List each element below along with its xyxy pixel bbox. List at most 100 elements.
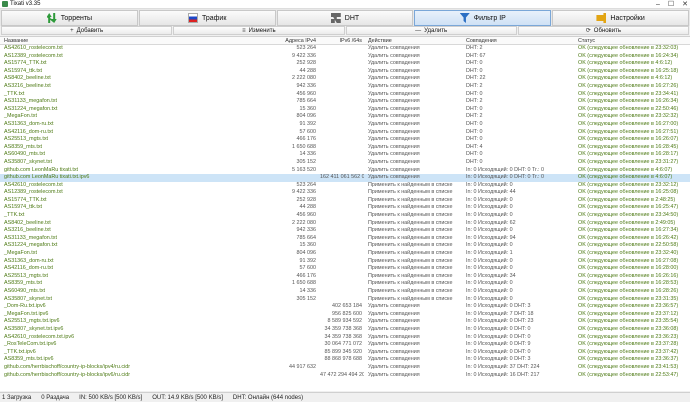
table-row[interactable]: AS8359_mts.txt 1 650 688 Применить к найде… — [0, 280, 690, 288]
table-row[interactable]: github.com LeonMaRu tixati.txt 5 163 520 У… — [0, 167, 690, 175]
nav-traffic[interactable]: Трафик — [138, 10, 276, 26]
row-name: AS35807_skynet.txt.ipv6 — [4, 325, 64, 332]
table-row[interactable]: AS31363_dom-ru.txt 91 392 Применить к найд… — [0, 258, 690, 266]
nav-label: Фильтр IP — [473, 14, 506, 22]
row-matches: DHT: 0 — [466, 67, 483, 74]
row-status: OK (следующее обновление в 22:53:47) — [578, 371, 679, 378]
table-row[interactable]: AS31224_megafon.txt 15 360 Применить к най… — [0, 242, 690, 250]
row-matches: DHT: 0 — [466, 60, 483, 67]
row-matches: DHT: 4 — [466, 143, 483, 150]
table-row[interactable]: AS25513_mgts.txt.ipv6 8 589 934 592 Удалит… — [0, 318, 690, 326]
table-row[interactable]: AS31224_megafon.txt 15 360 Удалить совпаде… — [0, 106, 690, 114]
nav-label: Трафик — [201, 14, 227, 22]
row-name: github.com LeonMaRu tixati.txt.ipv6 — [4, 174, 90, 181]
table-row[interactable]: AS35807_skynet.txt 305 152 Удалить совпаде… — [0, 159, 690, 167]
nav-settings[interactable]: Настройки — [552, 10, 689, 26]
table-row[interactable]: AS35807_skynet.txt.ipv6 34 359 738 368 Уда… — [0, 326, 690, 334]
nav-ip-filter[interactable]: Фильтр IP — [414, 10, 552, 26]
row-action: Удалить совпадения — [368, 325, 420, 332]
column-header-matches[interactable]: Совпадения — [464, 37, 576, 45]
row-ipv4 — [212, 318, 318, 326]
table-row[interactable]: AS31133_megafon.txt 785 664 Удалить совпад… — [0, 98, 690, 106]
row-status: OK (следующее обновление в 16:25:18) — [578, 67, 679, 74]
row-action: Удалить совпадения — [368, 348, 420, 355]
column-header-status[interactable]: Статус — [576, 37, 688, 45]
row-action: Удалить совпадения — [368, 136, 420, 143]
table-row[interactable]: github.com LeonMaRu tixati.txt.ipv6 162 4… — [0, 174, 690, 182]
row-action: Удалить совпадения — [368, 128, 420, 135]
table-row[interactable]: AS15774_TTK.txt 252 928 Удалить совпадения… — [0, 60, 690, 68]
table-row[interactable]: AS3216_beeline.txt 942 336 Применить к най… — [0, 227, 690, 235]
nav-dht[interactable]: DHT — [276, 10, 414, 26]
table-row[interactable]: AS15974_ttk.txt 44 288 Удалить совпадения D… — [0, 68, 690, 76]
table-row[interactable]: AS8359_mts.txt.ipv6 88 868 978 688 Удалить… — [0, 356, 690, 364]
table-row[interactable]: AS42610_rostelecom.txt 523 264 Применить к… — [0, 182, 690, 190]
table-row[interactable]: AS42610_rostelecom.txt 523 264 Удалить сов… — [0, 45, 690, 53]
table-row[interactable]: github.com/herrbischoff/country-ip-block… — [0, 364, 690, 372]
row-matches: In: 0 Исходящий: 7 DHT: 18 — [466, 310, 534, 317]
table-row[interactable]: AS12389_rostelecom.txt 9 422 336 Применить… — [0, 189, 690, 197]
table-row[interactable]: github.com/herrbischoff/country-ip-block… — [0, 372, 690, 380]
table-row[interactable]: _TTK.txt 456 960 Применить к найденным в с… — [0, 212, 690, 220]
table-row[interactable]: AS8402_beeline.txt 2 222 080 Применить к н… — [0, 220, 690, 228]
table-row[interactable]: AS42116_dom-ru.txt 57 600 Удалить совпаден… — [0, 129, 690, 137]
table-row[interactable]: AS25513_mgts.txt 466 176 Удалить совпадени… — [0, 136, 690, 144]
table-row[interactable]: AS8359_mts.txt 1 650 688 Удалить совпадени… — [0, 144, 690, 152]
table-row[interactable]: _TTK.txt.ipv6 85 899 345 920 Удалить совпа… — [0, 349, 690, 357]
row-status: OK (следующее обновление в 16:26:07) — [578, 136, 679, 143]
table-row[interactable]: AS35807_skynet.txt 305 152 Применить к най… — [0, 296, 690, 304]
column-header-name[interactable]: Название — [2, 37, 212, 45]
row-ipv6 — [318, 235, 364, 243]
row-ipv6 — [318, 68, 364, 76]
table-row[interactable]: _MegaFon.txt 804 096 Применить к найденным… — [0, 250, 690, 258]
table-row[interactable]: _Dom-Ru.txt.ipv6 402 653 184 Удалить совпа… — [0, 303, 690, 311]
nav-torrents[interactable]: Торренты — [1, 10, 138, 26]
row-matches: In: 0 Исходящий: 0 — [466, 181, 513, 188]
table-row[interactable]: AS3216_beeline.txt 942 336 Удалить совпаде… — [0, 83, 690, 91]
row-name: AS35807_skynet.txt — [4, 158, 52, 165]
refresh-button[interactable]: ⟳ Обновить — [517, 26, 689, 35]
add-button[interactable]: + Добавить — [1, 26, 173, 35]
column-header-ipv6[interactable]: IPv6 /64s — [318, 37, 364, 45]
table-row[interactable]: AS8402_beeline.txt 2 222 080 Удалить совпа… — [0, 75, 690, 83]
table-row[interactable]: AS12389_rostelecom.txt 9 422 336 Удалить с… — [0, 53, 690, 61]
table-row[interactable]: _MegaFon.txt.ipv6 956 825 600 Удалить совп… — [0, 311, 690, 319]
row-ipv4: 15 360 — [299, 105, 317, 112]
row-matches: In: 0 Исходящий: 0 — [466, 265, 513, 272]
maximize-button[interactable]: ☐ — [668, 0, 674, 9]
row-status: OK (следующее обновление в 2:49:05) — [578, 219, 676, 226]
table-row[interactable]: AS42610_rostelecom.txt.ipv6 34 359 738 36… — [0, 334, 690, 342]
row-ipv6 — [318, 159, 364, 167]
row-ipv6: 47 472 294 494 208 — [320, 371, 364, 378]
table-row[interactable]: _MegaFon.txt 804 096 Удалить совпадения DHT… — [0, 113, 690, 121]
row-action: Применить к найденным в списке — [368, 204, 453, 211]
row-name: AS60490_mts.txt — [4, 151, 46, 158]
table-row[interactable]: _RosTeleCom.txt.ipv6 30 064 771 072 Удалит… — [0, 341, 690, 349]
row-ipv4: 942 336 — [296, 82, 317, 89]
column-header-action[interactable]: Действие — [366, 37, 464, 45]
table-row[interactable]: AS15774_TTK.txt 252 928 Применить к найден… — [0, 197, 690, 205]
row-action: Удалить совпадения — [368, 363, 420, 370]
column-header-ipv4[interactable]: Адреса IPv4 — [212, 37, 318, 45]
table-row[interactable]: AS60490_mts.txt 14 336 Удалить совпадения D… — [0, 151, 690, 159]
delete-button[interactable]: — Удалить — [345, 26, 517, 35]
row-action: Применить к найденным в списке — [368, 272, 453, 279]
table-row[interactable]: AS31363_dom-ru.txt 91 392 Удалить совпаден… — [0, 121, 690, 129]
table-row[interactable]: AS25513_mgts.txt 466 176 Применить к найде… — [0, 273, 690, 281]
table-row[interactable]: AS42116_dom-ru.txt 57 600 Применить к найд… — [0, 265, 690, 273]
close-button[interactable]: ✕ — [682, 0, 688, 9]
row-matches: In: 0 Исходящий: 0 DHT: 0 — [466, 348, 531, 355]
table-row[interactable]: AS15974_ttk.txt 44 288 Применить к найденн… — [0, 204, 690, 212]
row-ipv6: 956 825 600 — [332, 310, 362, 317]
edit-button[interactable]: ≡ Изменить — [173, 26, 345, 35]
table-row[interactable]: AS60490_mts.txt 14 336 Применить к найденн… — [0, 288, 690, 296]
row-matches: In: 0 Исходящий: 0 DHT: 0 Tr.: 0 — [466, 174, 545, 181]
minimize-button[interactable]: – — [656, 0, 660, 9]
row-ipv6: 88 868 978 688 — [324, 356, 362, 363]
row-action: Применить к найденным в списке — [368, 181, 453, 188]
row-action: Применить к найденным в списке — [368, 257, 453, 264]
row-name: AS3216_beeline.txt — [4, 82, 51, 89]
table-row[interactable]: _TTK.txt 456 960 Удалить совпадения DHT: 0 O… — [0, 91, 690, 99]
table-row[interactable]: AS31133_megafon.txt 785 664 Применить к на… — [0, 235, 690, 243]
row-ipv6: 34 359 738 368 — [324, 333, 362, 340]
